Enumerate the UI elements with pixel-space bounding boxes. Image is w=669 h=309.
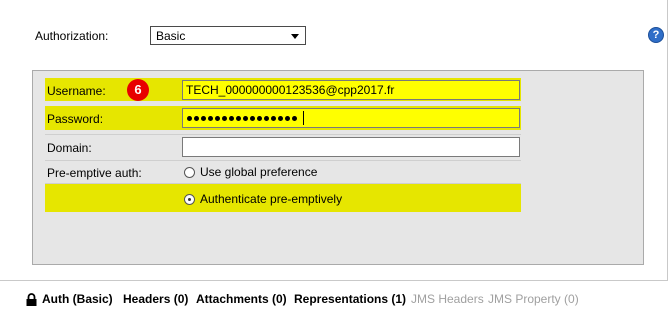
step-badge: 6: [127, 79, 149, 101]
row-divider: [45, 183, 521, 184]
tab-auth[interactable]: Auth (Basic): [42, 292, 113, 306]
authenticate-preemptively-label[interactable]: Authenticate pre-emptively: [200, 192, 342, 206]
tab-jms-headers: JMS Headers: [411, 292, 484, 306]
use-global-preference-radio[interactable]: [184, 167, 195, 178]
text-caret: [303, 111, 304, 125]
password-dot: [250, 115, 255, 121]
password-dot: [187, 115, 192, 121]
row-divider: [45, 160, 521, 161]
username-value: TECH_000000000123536@cpp2017.fr: [186, 83, 395, 97]
radio-selected-dot: [188, 198, 191, 201]
authorization-label: Authorization:: [35, 29, 109, 43]
password-dot: [292, 115, 297, 121]
password-dot: [208, 115, 213, 121]
password-dot: [229, 115, 234, 121]
password-dot: [257, 115, 262, 121]
preemptive-auth-label: Pre-emptive auth:: [47, 166, 142, 180]
password-dot: [215, 115, 220, 121]
password-field[interactable]: [182, 108, 520, 128]
authorization-selected-value: Basic: [156, 29, 186, 43]
password-label: Password:: [47, 112, 104, 126]
tab-attachments[interactable]: Attachments (0): [196, 292, 287, 306]
password-dot: [243, 115, 248, 121]
use-global-preference-label[interactable]: Use global preference: [200, 165, 317, 179]
authenticate-preemptively-radio[interactable]: [184, 194, 195, 205]
password-dot: [278, 115, 283, 121]
password-dot: [201, 115, 206, 121]
password-dot: [264, 115, 269, 121]
domain-label: Domain:: [47, 141, 92, 155]
tab-representations[interactable]: Representations (1): [294, 292, 406, 306]
password-dot: [222, 115, 227, 121]
lock-icon: [26, 293, 37, 306]
domain-field[interactable]: [182, 137, 520, 157]
password-mask: [187, 114, 299, 122]
tab-jms-property: JMS Property (0): [488, 292, 579, 306]
username-label: Username:: [47, 84, 106, 98]
row-divider: [45, 134, 521, 135]
password-dot: [285, 115, 290, 121]
help-icon[interactable]: ?: [648, 27, 664, 43]
password-dot: [236, 115, 241, 121]
tab-headers[interactable]: Headers (0): [123, 292, 188, 306]
password-dot: [194, 115, 199, 121]
authorization-select[interactable]: Basic: [150, 26, 306, 45]
password-dot: [271, 115, 276, 121]
username-field[interactable]: TECH_000000000123536@cpp2017.fr: [182, 80, 520, 100]
chevron-down-icon: [291, 34, 299, 39]
